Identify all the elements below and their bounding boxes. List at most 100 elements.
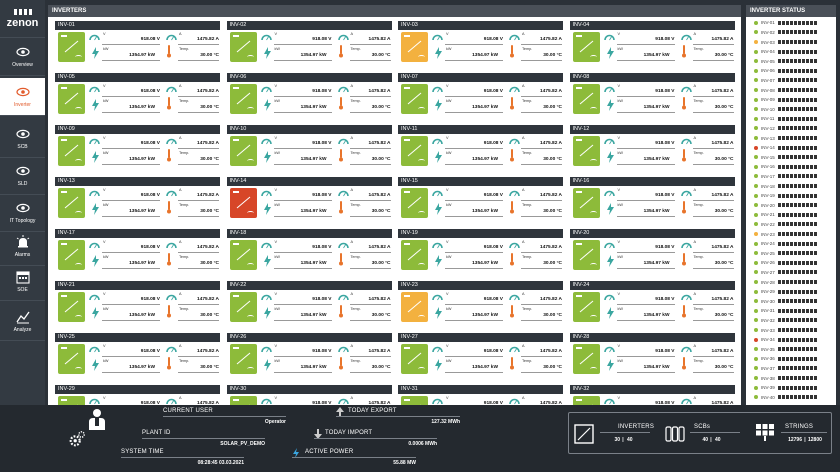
inverter-status-icon[interactable] (401, 292, 428, 322)
status-row[interactable]: INV-21 (754, 211, 817, 219)
status-row[interactable]: INV-34 (754, 336, 817, 344)
inverter-card[interactable]: INV-17 V 918.08 V kW 1354.97 kW A 1475.8… (55, 229, 220, 272)
inverter-card[interactable]: INV-26 V 918.08 V kW 1354.97 kW A 1475.8… (226, 333, 392, 376)
inverter-status-icon[interactable] (572, 84, 600, 114)
nav-item-it-topology[interactable]: IT Topology (0, 194, 45, 232)
inverter-card[interactable]: INV-09 V 918.08 V kW 1354.97 kW A 1475.8… (55, 125, 220, 168)
inverter-status-icon[interactable] (58, 84, 85, 114)
inverter-status-icon[interactable] (401, 84, 428, 114)
status-row[interactable]: INV-35 (754, 345, 817, 353)
inverter-card[interactable]: INV-05 V 918.08 V kW 1354.97 kW A 1475.8… (55, 73, 220, 116)
inverter-status-icon[interactable] (229, 292, 257, 322)
nav-item-alarms[interactable]: Alarms (0, 228, 45, 266)
status-row[interactable]: INV-23 (754, 230, 817, 238)
inverter-status-icon[interactable] (229, 84, 257, 114)
inverter-status-icon[interactable] (229, 136, 257, 166)
inverter-status-icon[interactable] (572, 188, 600, 218)
status-row[interactable]: INV-36 (754, 355, 817, 363)
status-row[interactable]: INV-10 (754, 105, 817, 113)
status-row[interactable]: INV-05 (754, 57, 817, 65)
inverter-card[interactable]: INV-25 V 918.08 V kW 1354.97 kW A 1475.8… (55, 333, 220, 376)
inverter-card[interactable]: INV-04 V 918.08 V kW 1354.97 kW A 1475.8… (569, 21, 735, 64)
inverter-status-icon[interactable] (572, 32, 600, 62)
inverter-card[interactable]: INV-06 V 918.08 V kW 1354.97 kW A 1475.8… (226, 73, 392, 116)
inverter-card[interactable]: INV-31 V 918.08 V kW 1354.97 kW A 1475.8… (398, 385, 563, 405)
status-row[interactable]: INV-14 (754, 144, 817, 152)
settings-gear-icon[interactable] (68, 430, 86, 448)
status-row[interactable]: INV-20 (754, 201, 817, 209)
inverter-status-icon[interactable] (572, 292, 600, 322)
inverter-status-icon[interactable] (229, 188, 257, 218)
inverter-card[interactable]: INV-07 V 918.08 V kW 1354.97 kW A 1475.8… (398, 73, 563, 116)
status-row[interactable]: INV-29 (754, 288, 817, 296)
inverter-card[interactable]: INV-03 V 918.08 V kW 1354.97 kW A 1475.8… (398, 21, 563, 64)
inverter-card[interactable]: INV-32 V 918.08 V kW 1354.97 kW A 1475.8… (569, 385, 735, 405)
status-row[interactable]: INV-17 (754, 173, 817, 181)
status-row[interactable]: INV-32 (754, 317, 817, 325)
inverter-card[interactable]: INV-15 V 918.08 V kW 1354.97 kW A 1475.8… (398, 177, 563, 220)
inverter-card[interactable]: INV-24 V 918.08 V kW 1354.97 kW A 1475.8… (569, 281, 735, 324)
status-row[interactable]: INV-37 (754, 365, 817, 373)
inverter-status-icon[interactable] (401, 240, 428, 270)
status-row[interactable]: INV-27 (754, 269, 817, 277)
inverter-status-icon[interactable] (229, 344, 257, 374)
inverter-status-icon[interactable] (58, 136, 85, 166)
nav-item-analyze[interactable]: Analyze (0, 303, 45, 341)
inverter-status-icon[interactable] (401, 32, 428, 62)
status-row[interactable]: INV-25 (754, 249, 817, 257)
status-row[interactable]: INV-38 (754, 374, 817, 382)
status-row[interactable]: INV-06 (754, 67, 817, 75)
status-row[interactable]: INV-31 (754, 307, 817, 315)
status-row[interactable]: INV-26 (754, 259, 817, 267)
inverter-card[interactable]: INV-20 V 918.08 V kW 1354.97 kW A 1475.8… (569, 229, 735, 272)
inverter-status-icon[interactable] (58, 292, 85, 322)
inverter-card[interactable]: INV-01 V 918.08 V kW 1354.97 kW A 1475.8… (55, 21, 220, 64)
status-row[interactable]: INV-01 (754, 19, 817, 27)
status-row[interactable]: INV-16 (754, 163, 817, 171)
inverter-card[interactable]: INV-22 V 918.08 V kW 1354.97 kW A 1475.8… (226, 281, 392, 324)
status-row[interactable]: INV-22 (754, 221, 817, 229)
inverter-status-icon[interactable] (572, 136, 600, 166)
inverter-status-icon[interactable] (58, 240, 85, 270)
inverter-status-icon[interactable] (58, 32, 85, 62)
inverter-card[interactable]: INV-16 V 918.08 V kW 1354.97 kW A 1475.8… (569, 177, 735, 220)
inverter-status-icon[interactable] (229, 32, 257, 62)
inverter-card[interactable]: INV-08 V 918.08 V kW 1354.97 kW A 1475.8… (569, 73, 735, 116)
inverter-card[interactable]: INV-11 V 918.08 V kW 1354.97 kW A 1475.8… (398, 125, 563, 168)
status-row[interactable]: INV-08 (754, 86, 817, 94)
inverter-status-icon[interactable] (58, 396, 85, 405)
nav-item-soe[interactable]: SOE (0, 263, 45, 301)
inverter-status-icon[interactable] (401, 136, 428, 166)
status-row[interactable]: INV-07 (754, 77, 817, 85)
status-row[interactable]: INV-09 (754, 96, 817, 104)
inverter-card[interactable]: INV-19 V 918.08 V kW 1354.97 kW A 1475.8… (398, 229, 563, 272)
inverter-card[interactable]: INV-12 V 918.08 V kW 1354.97 kW A 1475.8… (569, 125, 735, 168)
nav-item-sld[interactable]: SLD (0, 157, 45, 195)
inverter-status-icon[interactable] (401, 396, 428, 405)
nav-item-inverter[interactable]: Inverter (0, 78, 45, 116)
inverter-card[interactable]: INV-30 V 918.08 V kW 1354.97 kW A 1475.8… (226, 385, 392, 405)
inverter-card[interactable]: INV-23 V 918.08 V kW 1354.97 kW A 1475.8… (398, 281, 563, 324)
inverter-card[interactable]: INV-18 V 918.08 V kW 1354.97 kW A 1475.8… (226, 229, 392, 272)
status-row[interactable]: INV-15 (754, 153, 817, 161)
inverter-status-icon[interactable] (401, 344, 428, 374)
inverter-status-icon[interactable] (401, 188, 428, 218)
inverter-status-icon[interactable] (58, 344, 85, 374)
status-row[interactable]: INV-28 (754, 278, 817, 286)
status-row[interactable]: INV-11 (754, 115, 817, 123)
status-row[interactable]: INV-24 (754, 240, 817, 248)
inverter-card[interactable]: INV-21 V 918.08 V kW 1354.97 kW A 1475.8… (55, 281, 220, 324)
inverter-status-icon[interactable] (229, 396, 257, 405)
inverter-card[interactable]: INV-10 V 918.08 V kW 1354.97 kW A 1475.8… (226, 125, 392, 168)
inverter-card[interactable]: INV-14 V 918.08 V kW 1354.97 kW A 1475.8… (226, 177, 392, 220)
inverter-card[interactable]: INV-28 V 918.08 V kW 1354.97 kW A 1475.8… (569, 333, 735, 376)
nav-item-scb[interactable]: SCB (0, 120, 45, 158)
inverter-card[interactable]: INV-13 V 918.08 V kW 1354.97 kW A 1475.8… (55, 177, 220, 220)
status-row[interactable]: INV-18 (754, 182, 817, 190)
status-row[interactable]: INV-19 (754, 192, 817, 200)
status-row[interactable]: INV-40 (754, 393, 817, 401)
nav-item-overview[interactable]: Overview (0, 38, 45, 76)
inverter-status-icon[interactable] (229, 240, 257, 270)
inverter-status-icon[interactable] (572, 344, 600, 374)
status-row[interactable]: INV-13 (754, 134, 817, 142)
